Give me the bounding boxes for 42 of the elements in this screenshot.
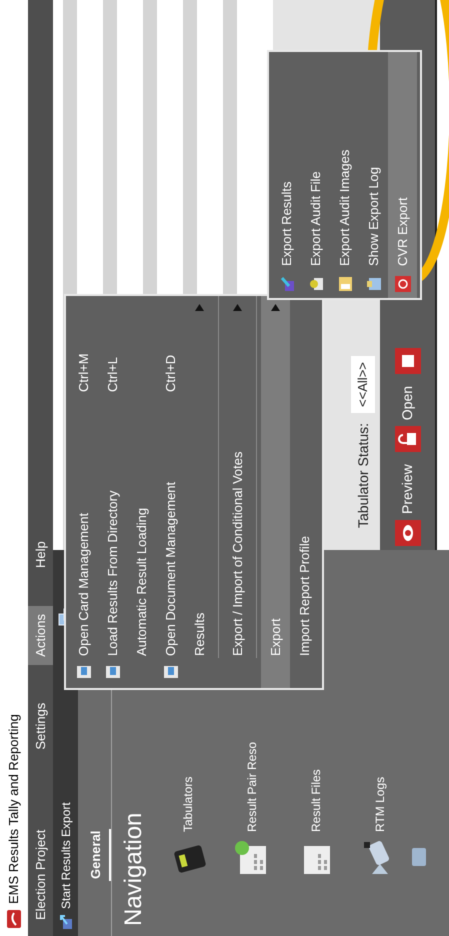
menu-item[interactable]: Open Card Management Ctrl+M — [69, 296, 98, 688]
menu-item[interactable]: Export — [261, 296, 290, 688]
menu-item[interactable]: Election Project — [28, 822, 53, 928]
submenu-arrow-icon — [271, 304, 280, 312]
menu-item[interactable]: Export Audit Images — [330, 52, 359, 298]
window-title: EMS Results Tally and Reporting — [5, 714, 22, 904]
nav-item-label[interactable]: Result Pair Reso — [243, 742, 261, 832]
lock-icon — [394, 426, 420, 452]
toolbar-button[interactable]: Open — [394, 386, 420, 452]
document-icon — [76, 664, 92, 680]
document-icon — [394, 348, 420, 374]
menu-item[interactable]: Export Audit File — [301, 52, 330, 298]
menu-item[interactable]: Results — [185, 296, 214, 688]
status-field[interactable]: <<All>> — [351, 356, 375, 413]
upload-icon — [278, 276, 294, 292]
nav-item-label[interactable]: RTM Logs — [371, 776, 389, 832]
filter-label: Tabulator Status: — [354, 422, 372, 528]
menu-item[interactable]: Open Document Management Ctrl+D — [156, 296, 185, 688]
menu-item[interactable]: Automatic Result Loading — [127, 296, 156, 688]
submenu-arrow-icon — [195, 304, 204, 312]
menu-item[interactable]: CVR Export — [388, 52, 417, 298]
toolbar-button[interactable]: Preview — [394, 464, 420, 546]
pane-title: Navigation — [119, 812, 148, 926]
export-icon — [58, 914, 72, 930]
app-icon — [7, 910, 21, 928]
document-icon — [162, 664, 178, 680]
nav-item-label[interactable]: Tabulators — [179, 776, 197, 832]
menu-item[interactable]: Export Results — [272, 52, 301, 298]
menu-item[interactable]: Load Results From Directory Ctrl+L — [98, 296, 127, 688]
document-icon — [104, 664, 120, 680]
menu-item[interactable]: Actions — [28, 606, 53, 665]
tab[interactable]: General — [86, 828, 111, 881]
eye-icon — [394, 520, 420, 546]
menu-item[interactable]: Help — [28, 533, 53, 576]
submenu-arrow-icon — [233, 304, 242, 312]
menu-item[interactable]: Export / Import of Conditional Votes — [223, 296, 252, 688]
toolbar-button[interactable] — [394, 348, 420, 374]
menu-item[interactable]: Show Export Log — [359, 52, 388, 298]
menu-item[interactable]: Settings — [28, 694, 53, 758]
menu-item[interactable]: Import Report Profile — [290, 296, 319, 688]
nav-item-label[interactable]: Result Files — [307, 769, 325, 832]
folder-icon — [336, 276, 352, 292]
